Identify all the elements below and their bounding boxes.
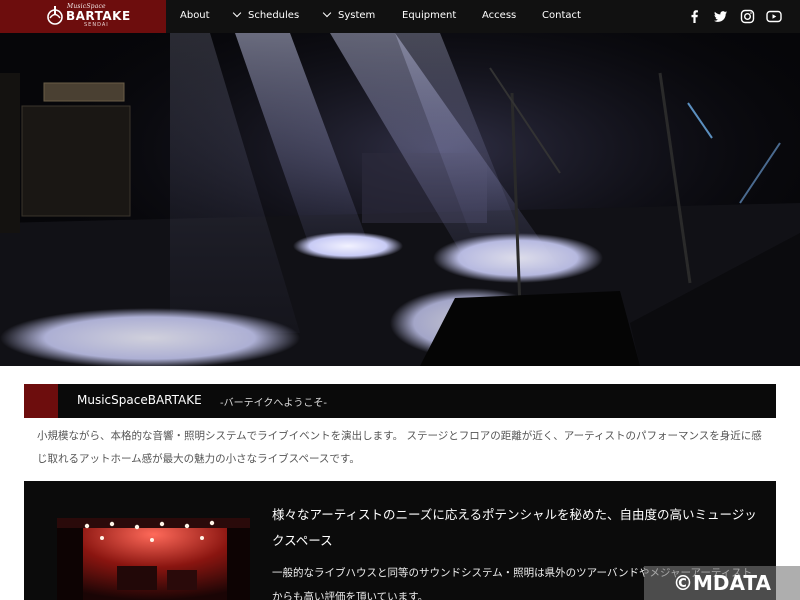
copyright-watermark: ©MDATA xyxy=(644,566,800,600)
venue-photo-illustration xyxy=(57,518,250,600)
nav-system-label: System xyxy=(338,10,376,21)
logo-sub-text: SENDAI xyxy=(84,22,109,28)
section-subtitle: -バーテイクへようこそ- xyxy=(220,398,328,409)
chevron-down-icon xyxy=(322,8,332,18)
venue-photo xyxy=(57,518,250,600)
nav-access-label: Access xyxy=(482,10,517,21)
nav-equipment-label: Equipment xyxy=(402,10,457,21)
logo-main-text: BARTAKE xyxy=(66,9,131,23)
stage-photo-illustration xyxy=(0,33,800,366)
nav-equipment[interactable]: Equipment xyxy=(402,10,456,21)
logo-icon xyxy=(47,6,63,25)
nav-system[interactable]: System xyxy=(322,8,376,21)
youtube-icon[interactable] xyxy=(766,9,782,24)
site-header: MusicSpace BARTAKE SENDAI About Schedule… xyxy=(0,0,800,33)
nav-about[interactable]: About xyxy=(180,10,210,21)
hero-stage-image xyxy=(0,33,800,366)
nav-schedules[interactable]: Schedules xyxy=(232,8,300,21)
logo[interactable]: MusicSpace BARTAKE SENDAI xyxy=(0,0,166,33)
nav-access[interactable]: Access xyxy=(482,10,516,21)
section-title: MusicSpaceBARTAKE xyxy=(77,393,202,407)
facebook-icon[interactable] xyxy=(687,9,702,24)
chevron-down-icon xyxy=(232,8,242,18)
nav-schedules-label: Schedules xyxy=(248,10,300,21)
nav-about-label: About xyxy=(180,10,210,21)
feature-heading: 様々なアーティストのニーズに応えるポテンシャルを秘めた、自由度の高いミュージック… xyxy=(272,507,757,548)
nav-contact-label: Contact xyxy=(542,10,581,21)
section-title-bar: MusicSpaceBARTAKE -バーテイクへようこそ- xyxy=(24,384,776,418)
twitter-icon[interactable] xyxy=(713,9,728,24)
title-accent xyxy=(24,384,58,418)
nav-contact[interactable]: Contact xyxy=(542,10,581,21)
intro-text: 小規模ながら、本格的な音響・照明システムでライブイベントを演出します。 ステージ… xyxy=(37,430,762,465)
instagram-icon[interactable] xyxy=(740,9,755,24)
